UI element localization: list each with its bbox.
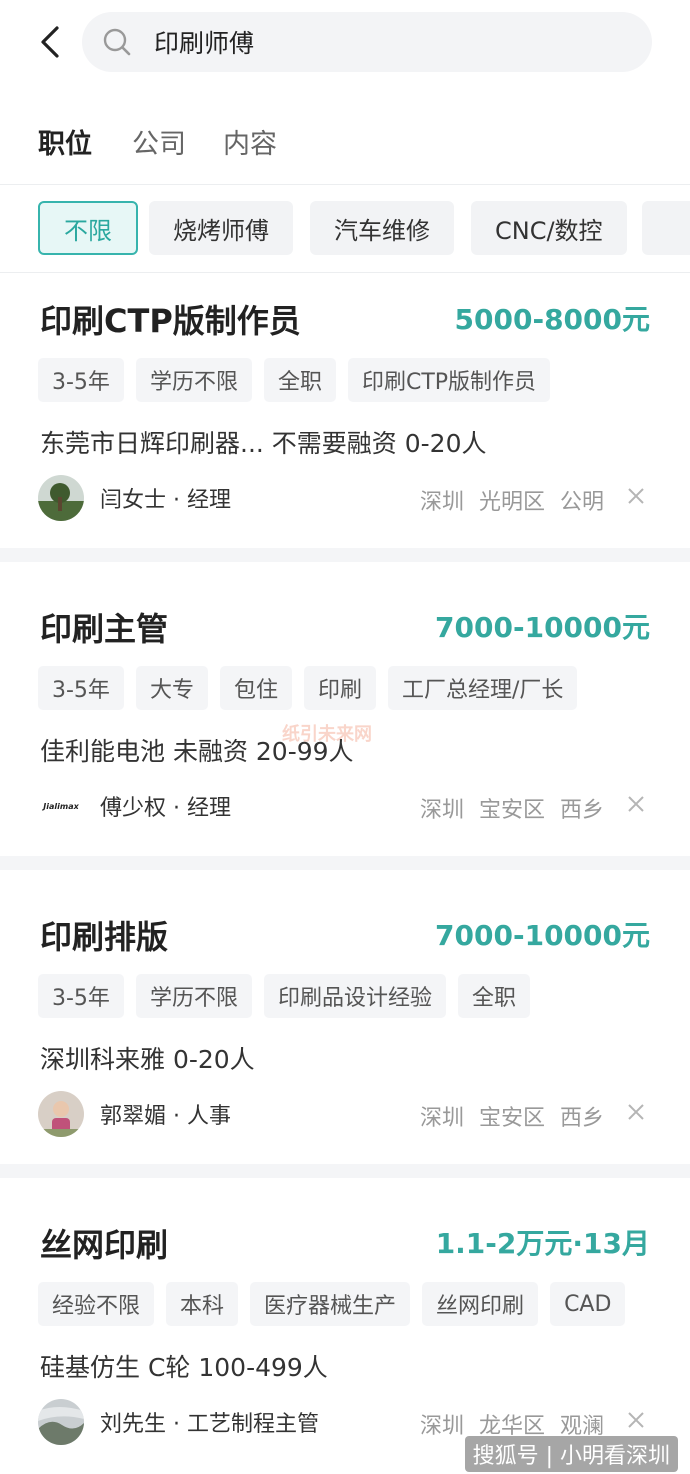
filter-chip[interactable]: 烧烤师傅 [149, 201, 293, 255]
recruiter-name: 傅少权 · 经理 [100, 796, 231, 821]
job-tag: 本科 [166, 1282, 239, 1326]
job-title: 印刷CTP版制作员 [40, 302, 301, 340]
job-card[interactable]: 印刷CTP版制作员 5000-8000元 3-5年 学历不限 全职 印刷CTP版… [0, 274, 690, 548]
company-info: 硅基仿生 C轮 100-499人 [40, 1353, 328, 1382]
job-title: 印刷主管 [40, 610, 169, 648]
filter-chips: 不限 烧烤师傅 汽车维修 CNC/数控 [0, 200, 690, 256]
job-tags: 3-5年 学历不限 全职 印刷CTP版制作员 [38, 358, 551, 402]
job-tag: 学历不限 [135, 974, 252, 1018]
tab-positions[interactable]: 职位 [38, 122, 92, 161]
tab-companies[interactable]: 公司 [132, 122, 186, 161]
recruiter: 闫女士 · 经理 [38, 474, 231, 522]
job-tag: 全职 [263, 358, 336, 402]
avatar [38, 1091, 84, 1137]
job-tag: CAD [550, 1282, 626, 1326]
job-tags: 经验不限 本科 医疗器械生产 丝网印刷 CAD [38, 1282, 626, 1326]
company-logo: Jialimax [43, 801, 79, 811]
close-icon [628, 1104, 644, 1120]
filter-chip-all[interactable]: 不限 [38, 201, 138, 255]
dismiss-button[interactable] [624, 792, 648, 816]
top-bar: 印刷师傅 [0, 0, 690, 88]
close-icon [628, 488, 644, 504]
recruiter: 刘先生 · 工艺制程主管 [38, 1398, 319, 1446]
dismiss-button[interactable] [624, 484, 648, 508]
job-tag: 印刷CTP版制作员 [347, 358, 551, 402]
job-salary: 7000-10000元 [435, 919, 650, 952]
job-card[interactable]: 丝网印刷 1.1-2万元·13月 经验不限 本科 医疗器械生产 丝网印刷 CAD… [0, 1198, 690, 1474]
job-salary: 5000-8000元 [454, 303, 650, 336]
job-tags: 3-5年 学历不限 印刷品设计经验 全职 [38, 974, 530, 1018]
job-tag: 印刷 [303, 666, 376, 710]
job-tag: 3-5年 [38, 974, 124, 1018]
job-title: 丝网印刷 [40, 1226, 169, 1264]
close-icon [628, 1412, 644, 1428]
card-separator [0, 548, 690, 562]
filter-chip[interactable]: 汽车维修 [310, 201, 454, 255]
back-button[interactable] [30, 22, 70, 62]
divider [0, 272, 690, 273]
job-tag: 经验不限 [38, 1282, 155, 1326]
recruiter: 郭翠媚 · 人事 [38, 1090, 231, 1138]
job-tag: 工厂总经理/厂长 [387, 666, 578, 710]
recruiter-name: 刘先生 · 工艺制程主管 [100, 1412, 319, 1437]
divider [0, 184, 690, 185]
dismiss-button[interactable] [624, 1408, 648, 1432]
job-tag: 大专 [135, 666, 208, 710]
job-tag: 3-5年 [38, 358, 124, 402]
tab-content[interactable]: 内容 [223, 122, 277, 161]
search-query[interactable]: 印刷师傅 [154, 24, 254, 60]
search-bar[interactable]: 印刷师傅 [82, 12, 652, 72]
job-tag: 3-5年 [38, 666, 124, 710]
job-tag: 全职 [457, 974, 530, 1018]
job-tag: 学历不限 [135, 358, 252, 402]
recruiter: Jialimax 傅少权 · 经理 [38, 782, 231, 830]
chevron-left-icon [41, 26, 59, 58]
job-location: 深圳 光明区 公明 [420, 490, 604, 515]
card-separator [0, 1164, 690, 1178]
recruiter-name: 郭翠媚 · 人事 [100, 1104, 231, 1129]
search-icon [100, 25, 134, 59]
avatar [38, 475, 84, 521]
job-tag: 医疗器械生产 [250, 1282, 411, 1326]
job-location: 深圳 宝安区 西乡 [420, 1106, 604, 1131]
job-salary: 7000-10000元 [435, 611, 650, 644]
job-card[interactable]: 印刷主管 7000-10000元 3-5年 大专 包住 印刷 工厂总经理/厂长 … [0, 582, 690, 856]
dismiss-button[interactable] [624, 1100, 648, 1124]
close-icon [628, 796, 644, 812]
job-title: 印刷排版 [40, 918, 169, 956]
job-tag: 包住 [219, 666, 292, 710]
watermark: 纸引未来网 [282, 724, 372, 745]
job-tag: 丝网印刷 [422, 1282, 539, 1326]
footer-caption: 搜狐号 | 小明看深圳 [464, 1436, 678, 1472]
filter-chip[interactable]: CNC/数控 [471, 201, 627, 255]
job-salary: 1.1-2万元·13月 [435, 1227, 650, 1260]
job-card[interactable]: 印刷排版 7000-10000元 3-5年 学历不限 印刷品设计经验 全职 深圳… [0, 890, 690, 1164]
avatar [38, 1399, 84, 1445]
recruiter-name: 闫女士 · 经理 [100, 488, 231, 513]
job-tags: 3-5年 大专 包住 印刷 工厂总经理/厂长 [38, 666, 578, 710]
job-tag: 印刷品设计经验 [263, 974, 446, 1018]
job-location: 深圳 宝安区 西乡 [420, 798, 604, 823]
company-info: 东莞市日辉印刷器... 不需要融资 0-20人 [40, 429, 487, 458]
card-separator [0, 856, 690, 870]
category-tabs: 职位 公司 内容 [0, 108, 690, 172]
company-info: 深圳科来雅 0-20人 [40, 1045, 255, 1074]
filter-chip-partial[interactable] [642, 201, 690, 255]
